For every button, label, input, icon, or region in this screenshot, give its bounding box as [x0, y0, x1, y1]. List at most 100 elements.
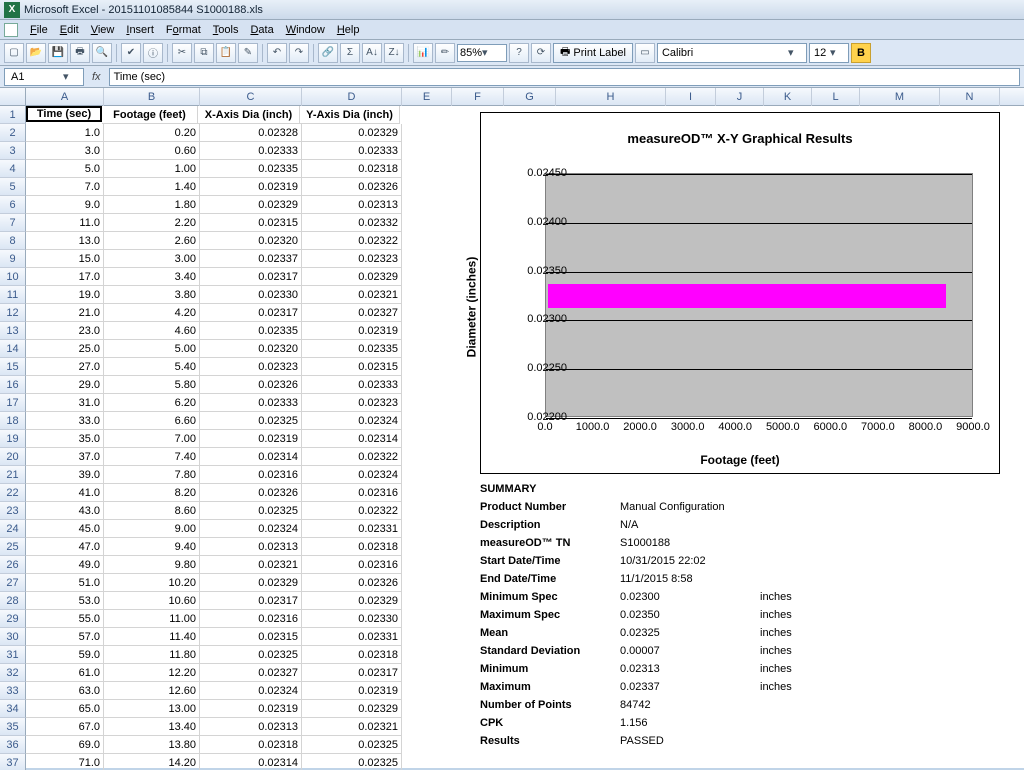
data-cell[interactable]: 0.02323 — [302, 250, 402, 268]
row-header[interactable]: 7 — [0, 214, 26, 232]
col-header-J[interactable]: J — [716, 88, 764, 106]
data-cell[interactable]: 0.02314 — [200, 754, 302, 770]
data-cell[interactable]: 67.0 — [26, 718, 104, 736]
menu-insert[interactable]: Insert — [120, 22, 160, 38]
data-cell[interactable]: 0.02335 — [302, 340, 402, 358]
data-cell[interactable]: 0.02319 — [302, 682, 402, 700]
col-header-L[interactable]: L — [812, 88, 860, 106]
col-header-H[interactable]: H — [556, 88, 666, 106]
print-label-button[interactable]: 🖶Print Label — [553, 43, 633, 63]
data-cell[interactable]: 31.0 — [26, 394, 104, 412]
name-box[interactable]: A1▾ — [4, 68, 84, 86]
data-cell[interactable]: 0.02325 — [302, 754, 402, 770]
data-cell[interactable]: 0.02317 — [200, 304, 302, 322]
data-cell[interactable]: 0.02319 — [200, 700, 302, 718]
header-cell[interactable]: Y-Axis Dia (inch) — [300, 106, 400, 124]
data-cell[interactable]: 0.02335 — [200, 322, 302, 340]
data-cell[interactable]: 7.0 — [26, 178, 104, 196]
menu-window[interactable]: Window — [280, 22, 331, 38]
data-cell[interactable]: 33.0 — [26, 412, 104, 430]
cells-grid[interactable]: Time (sec)Footage (feet)X-Axis Dia (inch… — [26, 106, 402, 770]
new-icon[interactable]: ▢ — [4, 43, 24, 63]
row-header[interactable]: 14 — [0, 340, 26, 358]
col-header-G[interactable]: G — [504, 88, 556, 106]
data-cell[interactable]: 63.0 — [26, 682, 104, 700]
data-cell[interactable]: 65.0 — [26, 700, 104, 718]
sort-asc-icon[interactable]: A↓ — [362, 43, 382, 63]
data-cell[interactable]: 0.02318 — [302, 646, 402, 664]
sort-desc-icon[interactable]: Z↓ — [384, 43, 404, 63]
data-cell[interactable]: 0.02324 — [302, 466, 402, 484]
data-cell[interactable]: 71.0 — [26, 754, 104, 770]
data-cell[interactable]: 0.60 — [104, 142, 200, 160]
menu-view[interactable]: View — [85, 22, 121, 38]
row-header[interactable]: 26 — [0, 556, 26, 574]
row-header[interactable]: 12 — [0, 304, 26, 322]
data-cell[interactable]: 11.80 — [104, 646, 200, 664]
data-cell[interactable]: 0.02331 — [302, 628, 402, 646]
data-cell[interactable]: 27.0 — [26, 358, 104, 376]
data-cell[interactable]: 45.0 — [26, 520, 104, 538]
zoom-combo[interactable]: 85%▾ — [457, 44, 507, 62]
data-cell[interactable]: 0.02320 — [200, 232, 302, 250]
data-cell[interactable]: 55.0 — [26, 610, 104, 628]
data-cell[interactable]: 0.02322 — [302, 232, 402, 250]
data-cell[interactable]: 0.02320 — [200, 340, 302, 358]
data-cell[interactable]: 0.02329 — [302, 268, 402, 286]
preview-icon[interactable]: 🔍 — [92, 43, 112, 63]
autosum-icon[interactable]: Σ — [340, 43, 360, 63]
data-cell[interactable]: 0.02335 — [200, 160, 302, 178]
row-header[interactable]: 29 — [0, 610, 26, 628]
data-cell[interactable]: 0.02316 — [200, 610, 302, 628]
data-cell[interactable]: 0.02322 — [302, 502, 402, 520]
row-header[interactable]: 19 — [0, 430, 26, 448]
header-cell[interactable]: Time (sec) — [26, 106, 102, 122]
data-cell[interactable]: 43.0 — [26, 502, 104, 520]
col-header-M[interactable]: M — [860, 88, 940, 106]
data-cell[interactable]: 0.02316 — [200, 466, 302, 484]
data-cell[interactable]: 47.0 — [26, 538, 104, 556]
data-cell[interactable]: 0.02314 — [302, 430, 402, 448]
cut-icon[interactable]: ✂ — [172, 43, 192, 63]
header-cell[interactable]: X-Axis Dia (inch) — [198, 106, 300, 124]
row-header[interactable]: 17 — [0, 394, 26, 412]
row-header[interactable]: 24 — [0, 520, 26, 538]
data-cell[interactable]: 0.02326 — [302, 574, 402, 592]
row-header[interactable]: 11 — [0, 286, 26, 304]
data-cell[interactable]: 0.02324 — [200, 520, 302, 538]
embedded-chart[interactable]: measureOD™ X-Y Graphical Results Diamete… — [480, 112, 1000, 474]
data-cell[interactable]: 0.02325 — [302, 736, 402, 754]
data-cell[interactable]: 0.02329 — [302, 124, 402, 142]
data-cell[interactable]: 0.02324 — [200, 682, 302, 700]
data-cell[interactable]: 0.02314 — [200, 448, 302, 466]
row-header[interactable]: 13 — [0, 322, 26, 340]
col-header-B[interactable]: B — [104, 88, 200, 106]
col-header-N[interactable]: N — [940, 88, 1000, 106]
drawing-icon[interactable]: ✏ — [435, 43, 455, 63]
data-cell[interactable]: 57.0 — [26, 628, 104, 646]
open-icon[interactable]: 📂 — [26, 43, 46, 63]
data-cell[interactable]: 0.02333 — [302, 142, 402, 160]
data-cell[interactable]: 0.02315 — [302, 358, 402, 376]
workbook-icon[interactable] — [4, 23, 18, 37]
data-cell[interactable]: 25.0 — [26, 340, 104, 358]
data-cell[interactable]: 0.02326 — [200, 376, 302, 394]
chart-icon[interactable]: 📊 — [413, 43, 433, 63]
row-header[interactable]: 15 — [0, 358, 26, 376]
data-cell[interactable]: 3.00 — [104, 250, 200, 268]
row-header[interactable]: 33 — [0, 682, 26, 700]
row-header[interactable]: 23 — [0, 502, 26, 520]
row-header[interactable]: 4 — [0, 160, 26, 178]
row-header[interactable]: 2 — [0, 124, 26, 142]
bold-button[interactable]: B — [851, 43, 871, 63]
menu-tools[interactable]: Tools — [207, 22, 245, 38]
redo-icon[interactable]: ↷ — [289, 43, 309, 63]
paste-icon[interactable]: 📋 — [216, 43, 236, 63]
data-cell[interactable]: 5.00 — [104, 340, 200, 358]
data-cell[interactable]: 1.80 — [104, 196, 200, 214]
col-header-K[interactable]: K — [764, 88, 812, 106]
data-cell[interactable]: 12.60 — [104, 682, 200, 700]
data-cell[interactable]: 2.60 — [104, 232, 200, 250]
copy-icon[interactable]: ⧉ — [194, 43, 214, 63]
row-header[interactable]: 25 — [0, 538, 26, 556]
